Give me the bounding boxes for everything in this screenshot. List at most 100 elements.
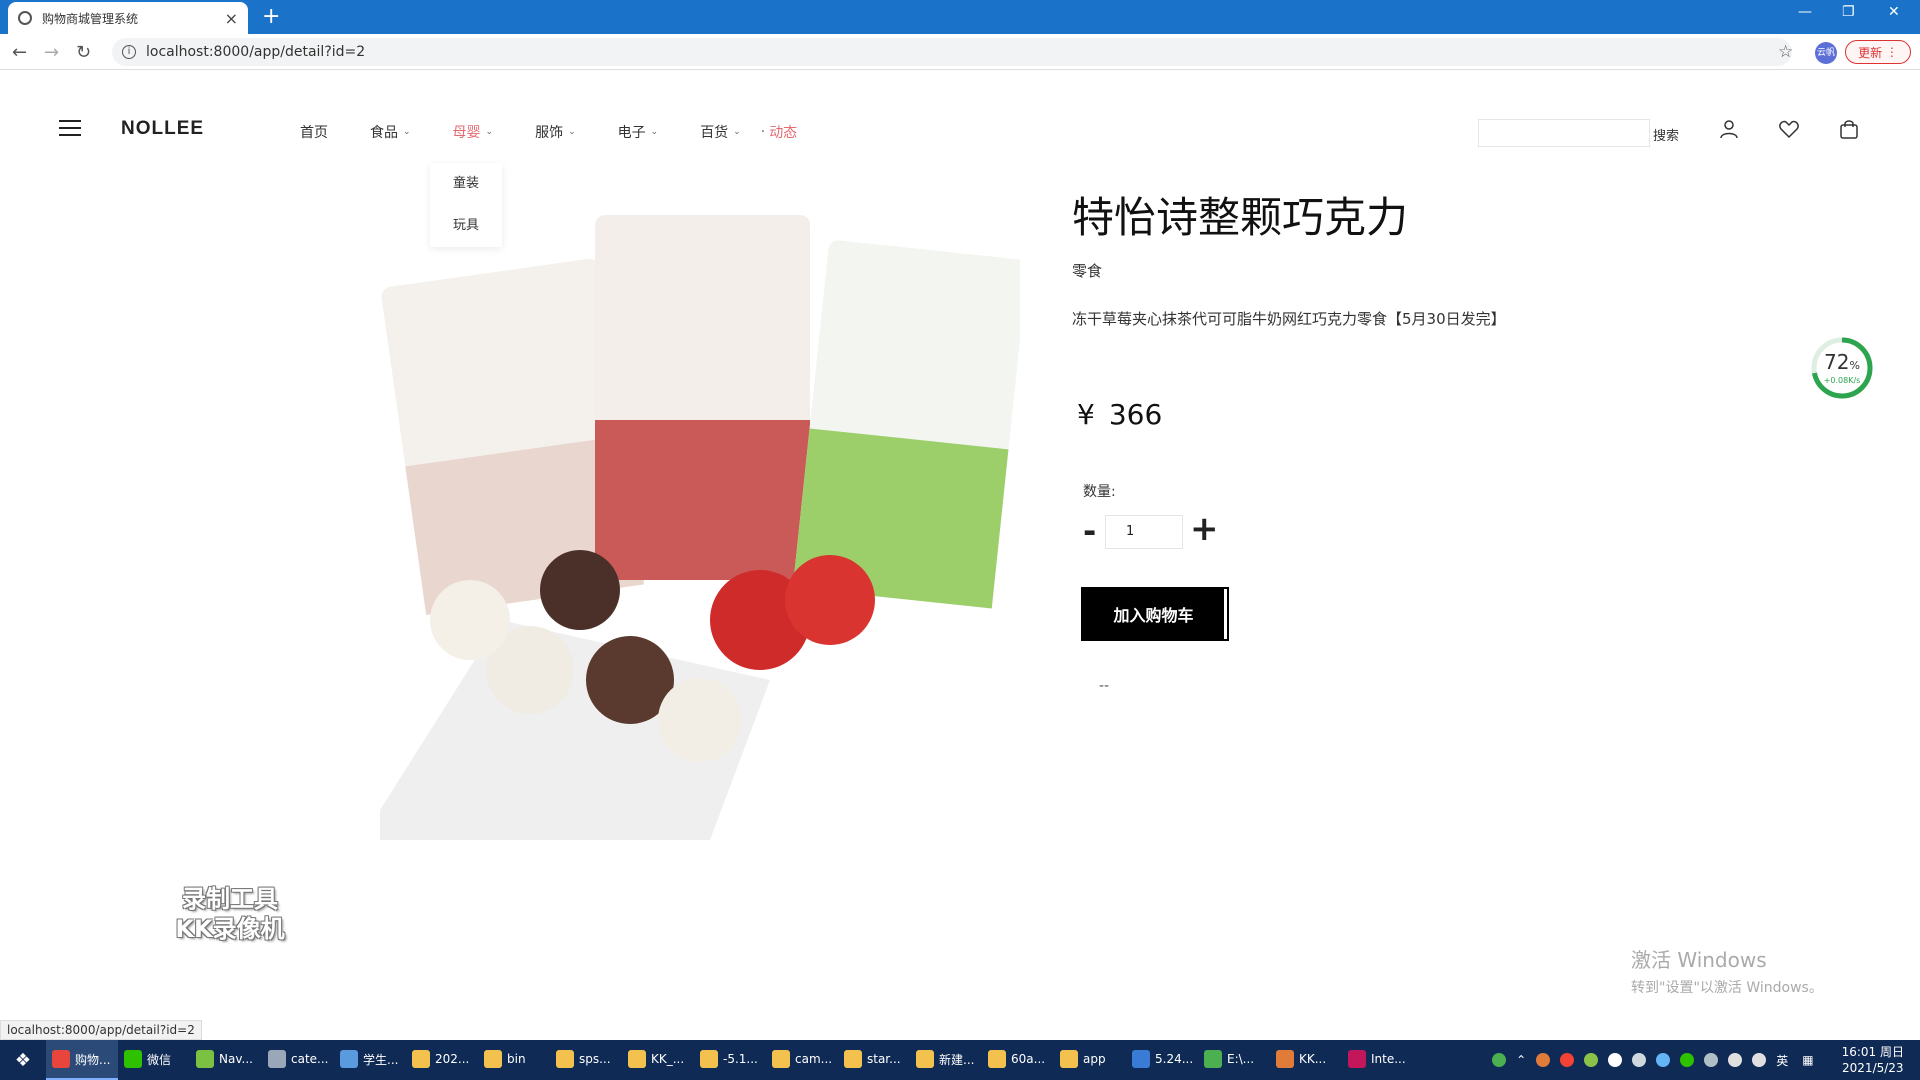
- search-button[interactable]: 搜索: [1653, 125, 1679, 144]
- reload-icon[interactable]: ↻: [76, 42, 91, 63]
- tray-usb-icon[interactable]: [1704, 1053, 1719, 1067]
- recorder-watermark: 录制工具 KK录像机: [160, 884, 300, 944]
- add-to-cart-button[interactable]: 加入购物车: [1081, 587, 1229, 641]
- taskbar-app-icon: [124, 1050, 142, 1068]
- tray-app-icon[interactable]: [1656, 1053, 1671, 1067]
- tray-app-icon[interactable]: [1584, 1053, 1599, 1067]
- product-image: [380, 215, 1020, 840]
- tray-app-icon[interactable]: [1608, 1053, 1623, 1067]
- browser-tab[interactable]: 购物商城管理系统 ×: [8, 2, 248, 34]
- quantity-decrease-button[interactable]: -: [1083, 513, 1096, 549]
- search-input[interactable]: [1478, 119, 1650, 147]
- main-nav: 首页 食品 ⌄ 母婴 ⌄ 服饰 ⌄ 电子 ⌄ 百货 ⌄ · 动态: [300, 122, 839, 142]
- site-info-icon[interactable]: i: [122, 45, 136, 59]
- tray-volume-icon[interactable]: [1752, 1053, 1767, 1067]
- network-speed-widget[interactable]: 72% +0.08K/s: [1810, 336, 1874, 400]
- taskbar-item-label: -5.1...: [723, 1052, 758, 1066]
- taskbar-item[interactable]: sps...: [550, 1040, 622, 1080]
- tray-keyboard-icon[interactable]: ▦: [1802, 1053, 1813, 1067]
- nav-label: 服饰: [535, 125, 564, 141]
- minimize-window-icon[interactable]: —: [1798, 4, 1812, 20]
- taskbar-item[interactable]: 5.24...: [1126, 1040, 1198, 1080]
- taskbar-item-label: star...: [867, 1052, 901, 1066]
- tray-battery-icon[interactable]: [1492, 1053, 1507, 1067]
- taskbar-item[interactable]: 60a...: [982, 1040, 1054, 1080]
- dropdown-item-kids-clothes[interactable]: 童装: [430, 163, 502, 205]
- tray-wechat-icon[interactable]: [1680, 1053, 1695, 1067]
- taskbar-item-label: 60a...: [1011, 1052, 1046, 1066]
- nav-item-maternal[interactable]: 母婴 ⌄: [453, 122, 494, 142]
- taskbar-item[interactable]: Nav...: [190, 1040, 262, 1080]
- url-text: localhost:8000/app/detail?id=2: [146, 44, 366, 60]
- taskbar-item[interactable]: E:\...: [1198, 1040, 1270, 1080]
- taskbar-item[interactable]: 学生...: [334, 1040, 406, 1080]
- url-field[interactable]: i localhost:8000/app/detail?id=2: [112, 38, 1792, 66]
- nav-item-general[interactable]: 百货 ⌄: [700, 122, 741, 142]
- restore-window-icon[interactable]: ❐: [1842, 4, 1855, 20]
- back-icon[interactable]: ←: [12, 42, 27, 63]
- activation-title: 激活 Windows: [1631, 948, 1767, 972]
- heart-icon[interactable]: [1778, 118, 1800, 140]
- nav-item-electronics[interactable]: 电子 ⌄: [618, 122, 659, 142]
- windows-start-icon[interactable]: ❖: [0, 1040, 46, 1080]
- nav-item-home[interactable]: 首页: [300, 122, 328, 142]
- profile-avatar[interactable]: 云帆: [1815, 42, 1837, 64]
- taskbar-item[interactable]: star...: [838, 1040, 910, 1080]
- taskbar-item-label: 新建...: [939, 1052, 975, 1067]
- taskbar-app-icon: [556, 1050, 574, 1068]
- taskbar-items: 购物... 微信 Nav... cate... 学生... 202... bin sps...…: [46, 1040, 1414, 1080]
- new-tab-button[interactable]: +: [262, 4, 280, 30]
- speed-percent: 72%: [1824, 350, 1860, 374]
- tab-title: 购物商城管理系统: [42, 11, 139, 26]
- forward-icon[interactable]: →: [44, 42, 59, 63]
- tab-close-icon[interactable]: ×: [225, 9, 238, 28]
- taskbar-item[interactable]: 202...: [406, 1040, 478, 1080]
- update-button[interactable]: 更新 ⋮: [1845, 40, 1911, 64]
- nav-item-food[interactable]: 食品 ⌄: [370, 122, 411, 142]
- tray-wifi-icon[interactable]: [1728, 1053, 1743, 1067]
- taskbar-item[interactable]: KK_...: [622, 1040, 694, 1080]
- site-logo[interactable]: NOLLEE: [121, 118, 204, 140]
- taskbar-app-icon: [1060, 1050, 1078, 1068]
- bookmark-star-icon[interactable]: ☆: [1778, 42, 1793, 62]
- tray-app-icon[interactable]: [1536, 1053, 1551, 1067]
- quantity-increase-button[interactable]: +: [1190, 509, 1219, 549]
- taskbar-item[interactable]: 购物...: [46, 1040, 118, 1080]
- taskbar-item-label: KK...: [1299, 1052, 1327, 1066]
- taskbar-item[interactable]: cam...: [766, 1040, 838, 1080]
- menu-hamburger-icon[interactable]: [59, 120, 81, 136]
- taskbar-item[interactable]: -5.1...: [694, 1040, 766, 1080]
- product-extra-info: --: [1099, 678, 1110, 694]
- nav-label: 母婴: [452, 125, 481, 141]
- taskbar-app-icon: [844, 1050, 862, 1068]
- cart-icon[interactable]: [1838, 118, 1860, 140]
- tray-chevron-up-icon[interactable]: ⌃: [1516, 1053, 1526, 1067]
- tray-ime[interactable]: 英: [1776, 1052, 1788, 1069]
- tray-notification-icon[interactable]: [1632, 1053, 1647, 1067]
- taskbar-item-label: 学生...: [363, 1052, 399, 1067]
- chevron-down-icon: ⌄: [403, 127, 411, 137]
- quantity-label: 数量:: [1083, 484, 1116, 500]
- windows-activation-notice: 激活 Windows 转到"设置"以激活 Windows。: [1631, 944, 1823, 997]
- taskbar-item[interactable]: Inte...: [1342, 1040, 1414, 1080]
- nav-item-news[interactable]: · 动态: [761, 122, 797, 142]
- taskbar-item[interactable]: 新建...: [910, 1040, 982, 1080]
- taskbar-item-label: 购物...: [75, 1052, 111, 1067]
- tray-app-icon[interactable]: [1560, 1053, 1575, 1067]
- taskbar-item[interactable]: KK...: [1270, 1040, 1342, 1080]
- taskbar-clock[interactable]: 16:01 周日 2021/5/23: [1842, 1044, 1904, 1076]
- taskbar-item[interactable]: cate...: [262, 1040, 334, 1080]
- taskbar-item[interactable]: bin: [478, 1040, 550, 1080]
- taskbar-app-icon: [1276, 1050, 1294, 1068]
- taskbar-item-label: app: [1083, 1052, 1106, 1066]
- user-icon[interactable]: [1718, 118, 1740, 140]
- taskbar-item[interactable]: 微信: [118, 1040, 190, 1080]
- product-description: 冻干草莓夹心抹茶代可可脂牛奶网红巧克力零食【5月30日发完】: [1072, 310, 1506, 328]
- taskbar-app-icon: [484, 1050, 502, 1068]
- close-window-icon[interactable]: ✕: [1888, 4, 1900, 20]
- quantity-input[interactable]: 1: [1105, 515, 1183, 549]
- taskbar-item-label: 微信: [147, 1052, 172, 1067]
- taskbar-item[interactable]: app: [1054, 1040, 1126, 1080]
- nav-item-apparel[interactable]: 服饰 ⌄: [535, 122, 576, 142]
- taskbar-item-label: Nav...: [219, 1052, 253, 1066]
